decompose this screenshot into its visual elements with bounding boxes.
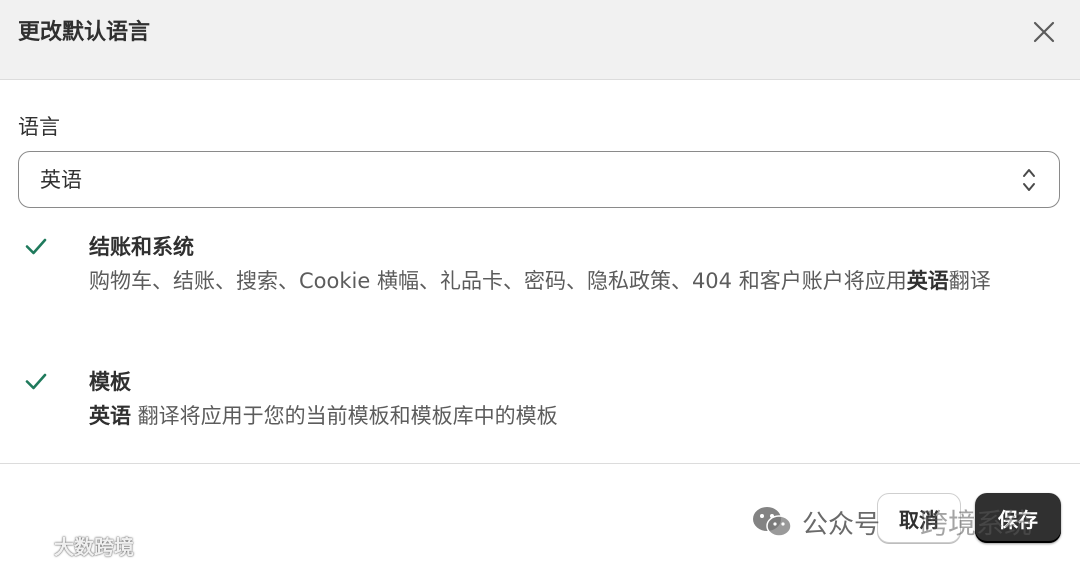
- dialog-header: 更改默认语言: [0, 0, 1080, 80]
- language-label: 语言: [18, 115, 60, 139]
- wechat-watermark-label: 公众号: [802, 509, 881, 540]
- dialog-title: 更改默认语言: [18, 20, 151, 45]
- close-icon: [1033, 21, 1055, 43]
- item-title-checkout: 结账和系统: [89, 235, 194, 259]
- item-title-templates: 模板: [89, 370, 131, 394]
- chevron-up-down-icon: [1023, 169, 1035, 191]
- language-select[interactable]: 英语: [18, 151, 1060, 208]
- wechat-watermark-name: 跨境系统: [920, 507, 1033, 540]
- item-desc-text: 购物车、结账、搜索、Cookie 横幅、礼品卡、密码、隐私政策、404 和客户账…: [89, 269, 907, 293]
- brand-logo-icon: [9, 534, 48, 557]
- checkmark-icon: [25, 238, 47, 255]
- item-desc-language: 英语: [89, 404, 131, 428]
- item-desc-suffix: 翻译将应用于您的当前模板和模板库中的模板: [131, 404, 558, 428]
- item-desc-templates: 英语 翻译将应用于您的当前模板和模板库中的模板: [89, 399, 1061, 434]
- checkmark-icon: [25, 373, 47, 390]
- item-desc-language: 英语: [906, 269, 949, 293]
- item-desc-suffix: 翻译: [948, 269, 991, 293]
- wechat-icon: [753, 507, 792, 537]
- item-desc-checkout: 购物车、结账、搜索、Cookie 横幅、礼品卡、密码、隐私政策、404 和客户账…: [89, 264, 1061, 299]
- language-select-value: 英语: [40, 168, 82, 192]
- wechat-watermark: 公众号: [752, 500, 880, 544]
- close-button[interactable]: [1028, 16, 1060, 48]
- brand-watermark: 大数跨境: [8, 530, 134, 560]
- brand-watermark-label: 大数跨境: [54, 534, 134, 559]
- footer-divider: [0, 463, 1080, 464]
